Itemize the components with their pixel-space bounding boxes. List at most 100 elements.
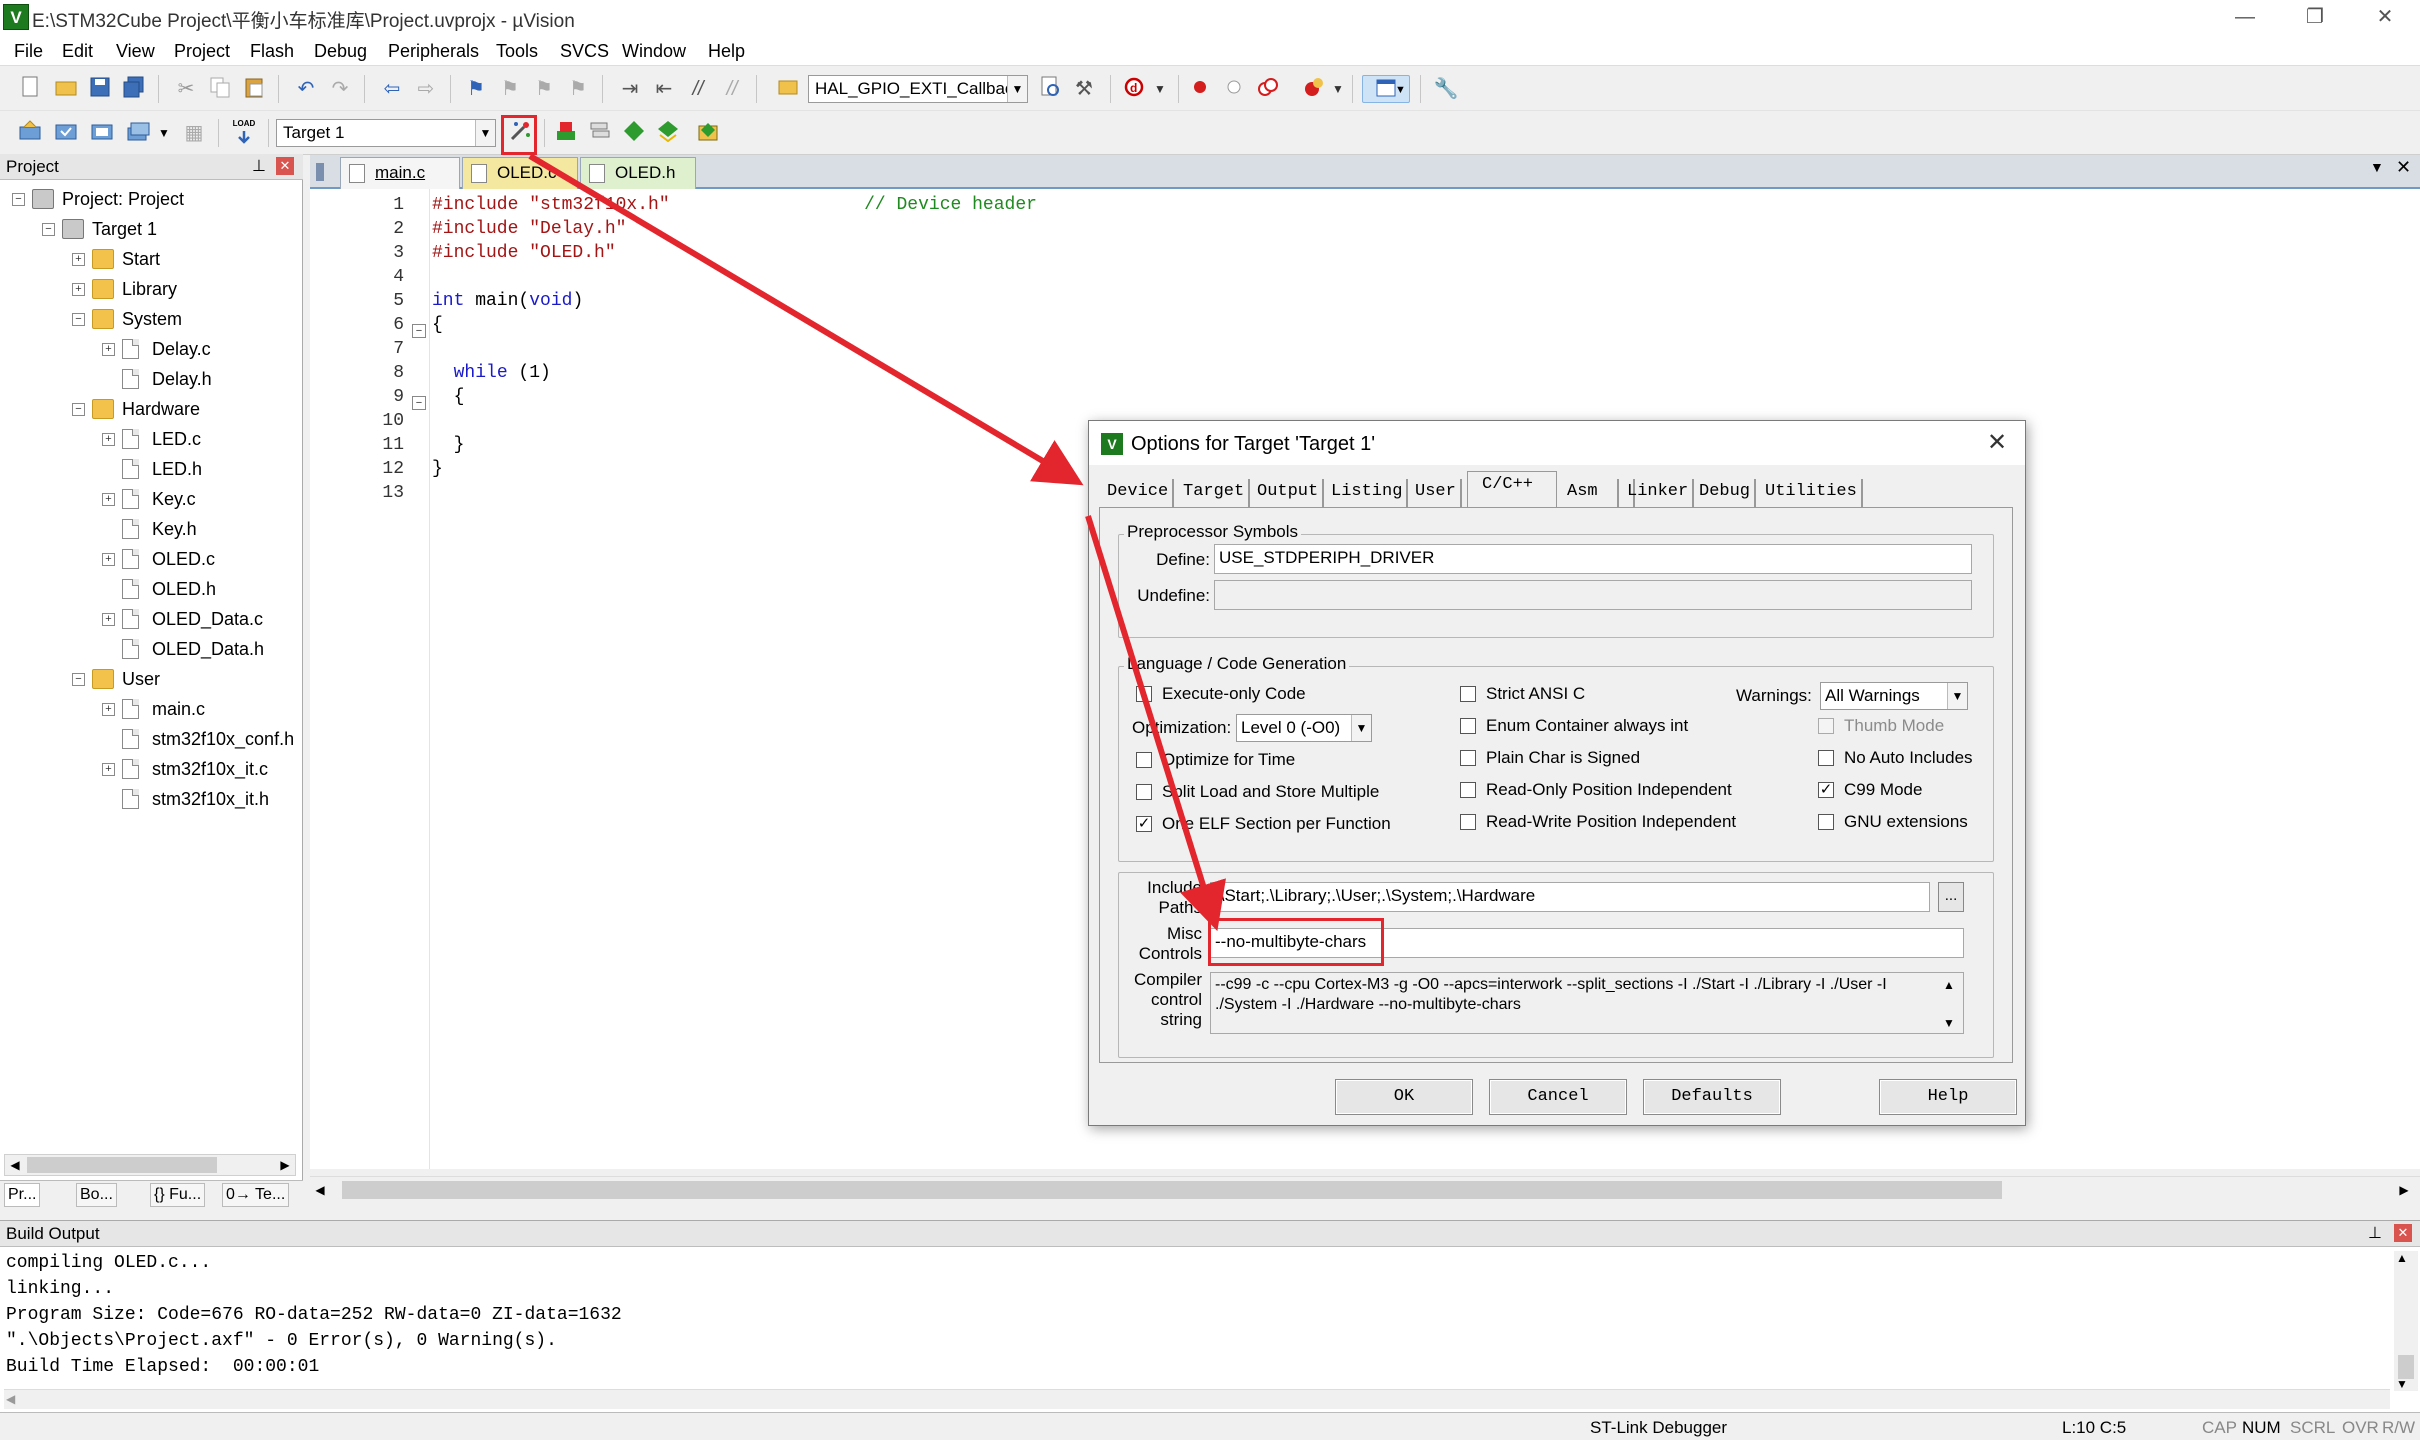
tree-item[interactable]: stm32f10x_conf.h (0, 724, 298, 754)
expand-icon[interactable]: + (102, 343, 115, 356)
clear-bookmarks-icon[interactable]: ⚑ (564, 75, 592, 103)
fold-toggle-icon[interactable]: − (412, 324, 426, 338)
tab-oled-c[interactable]: OLED.c (462, 157, 578, 189)
tab-utilities[interactable]: Utilities (1761, 479, 1863, 507)
redo-icon[interactable]: ↷ (326, 75, 354, 103)
scroll-down-icon[interactable]: ▼ (2396, 1377, 2408, 1391)
batch-dropdown-icon[interactable]: ▼ (150, 119, 178, 147)
optimization-select[interactable]: Level 0 (-O0) ▼ (1236, 714, 1372, 742)
tree-item[interactable]: Key.h (0, 514, 298, 544)
next-bookmark-icon[interactable]: ⚑ (530, 75, 558, 103)
navigate-forward-icon[interactable]: ⇨ (412, 75, 440, 103)
build-output-horizontal-scrollbar[interactable]: ◀ (4, 1389, 2390, 1409)
help-button[interactable]: Help (1879, 1079, 2017, 1115)
tab-target[interactable]: Target (1179, 479, 1251, 507)
open-folder-icon[interactable] (52, 75, 80, 103)
collapse-icon[interactable]: − (42, 223, 55, 236)
menu-view[interactable]: View (116, 41, 155, 62)
thumb-mode-checkbox[interactable] (1818, 718, 1834, 734)
build-icon[interactable] (52, 119, 80, 147)
rebuild-icon[interactable] (88, 119, 116, 147)
expand-icon[interactable]: + (102, 493, 115, 506)
one-elf-section-checkbox[interactable]: ✓ (1136, 816, 1152, 832)
tab-output[interactable]: Output (1253, 479, 1325, 507)
incremental-find-icon[interactable]: ⚒ (1070, 75, 1098, 103)
collapse-icon[interactable]: − (12, 193, 25, 206)
pin-icon[interactable]: ⊥ (252, 156, 266, 176)
breakpoint-dropdown-icon[interactable]: ▼ (1324, 75, 1352, 103)
warnings-select[interactable]: All Warnings ▼ (1820, 682, 1968, 710)
insert-breakpoint-icon[interactable] (1186, 75, 1214, 103)
menu-window[interactable]: Window (622, 41, 686, 62)
tree-item[interactable]: OLED.h (0, 574, 298, 604)
tab-project[interactable]: Pr... (4, 1183, 41, 1207)
previous-bookmark-icon[interactable]: ⚑ (496, 75, 524, 103)
project-horizontal-scrollbar[interactable]: ◀ ▶ (4, 1154, 296, 1176)
comment-selection-icon[interactable]: // (684, 75, 712, 103)
tab-functions[interactable]: {} Fu... (150, 1183, 206, 1207)
tab-main-c[interactable]: main.c (340, 157, 460, 189)
menu-debug[interactable]: Debug (314, 41, 367, 62)
tab-templates[interactable]: 0→ Te... (222, 1183, 290, 1207)
gnu-extensions-checkbox[interactable] (1818, 814, 1834, 830)
plain-char-signed-checkbox[interactable] (1460, 750, 1476, 766)
read-write-pi-checkbox[interactable] (1460, 814, 1476, 830)
tree-item[interactable]: − Project: Project (0, 184, 298, 214)
restore-button[interactable]: ❐ (2290, 2, 2340, 32)
close-panel-icon[interactable]: ✕ (2394, 1224, 2412, 1242)
close-button[interactable]: ✕ (2360, 2, 2410, 32)
menu-edit[interactable]: Edit (62, 41, 93, 62)
tree-item[interactable]: + Library (0, 274, 298, 304)
menu-help[interactable]: Help (708, 41, 745, 62)
pin-icon[interactable]: ⊥ (2368, 1223, 2382, 1243)
scroll-thumb[interactable] (342, 1181, 2002, 1199)
copy-icon[interactable] (206, 75, 234, 103)
pack-installer-2-icon[interactable] (694, 119, 722, 147)
tree-item[interactable]: − System (0, 304, 298, 334)
optimize-for-time-checkbox[interactable] (1136, 752, 1152, 768)
expand-icon[interactable]: + (102, 613, 115, 626)
undo-icon[interactable]: ↶ (292, 75, 320, 103)
save-icon[interactable] (86, 75, 114, 103)
tree-item[interactable]: + OLED_Data.c (0, 604, 298, 634)
indent-icon[interactable]: ⇥ (616, 75, 644, 103)
scroll-left-icon[interactable]: ◀ (6, 1392, 15, 1406)
batch-build-icon[interactable] (124, 119, 152, 147)
read-only-pi-checkbox[interactable] (1460, 782, 1476, 798)
tab-listing[interactable]: Listing (1327, 479, 1409, 507)
defaults-button[interactable]: Defaults (1643, 1079, 1781, 1115)
disable-all-breakpoints-icon[interactable] (1254, 75, 1282, 103)
expand-icon[interactable]: + (72, 283, 85, 296)
paste-icon[interactable] (240, 75, 268, 103)
tree-item[interactable]: − Hardware (0, 394, 298, 424)
compiler-control-string[interactable]: --c99 -c --cpu Cortex-M3 -g -O0 --apcs=i… (1210, 972, 1964, 1034)
tree-item[interactable]: + OLED.c (0, 544, 298, 574)
tree-item[interactable]: − User (0, 664, 298, 694)
menu-svcs[interactable]: SVCS (560, 41, 609, 62)
tree-item[interactable]: − Target 1 (0, 214, 298, 244)
expand-icon[interactable]: + (72, 253, 85, 266)
enum-container-checkbox[interactable] (1460, 718, 1476, 734)
stop-build-icon[interactable]: ▦ (180, 119, 208, 147)
tree-item[interactable]: + Key.c (0, 484, 298, 514)
editor-horizontal-scrollbar[interactable]: ◀ ▶ (310, 1176, 2420, 1202)
tree-item[interactable]: + Start (0, 244, 298, 274)
menu-flash[interactable]: Flash (250, 41, 294, 62)
collapse-icon[interactable]: − (72, 313, 85, 326)
cancel-button[interactable]: Cancel (1489, 1079, 1627, 1115)
tree-item[interactable]: + main.c (0, 694, 298, 724)
strict-ansi-c-checkbox[interactable] (1460, 686, 1476, 702)
collapse-icon[interactable]: − (72, 673, 85, 686)
tree-item[interactable]: LED.h (0, 454, 298, 484)
chevron-down-icon[interactable]: ▼ (1007, 76, 1027, 102)
tab-device[interactable]: Device (1103, 479, 1175, 507)
tab-linker[interactable]: Linker (1623, 479, 1695, 507)
tab-user[interactable]: User (1411, 479, 1462, 507)
find-icon[interactable] (1036, 75, 1064, 103)
tree-item[interactable]: + Delay.c (0, 334, 298, 364)
chevron-down-icon[interactable]: ▼ (475, 120, 495, 146)
find-combo[interactable]: HAL_GPIO_EXTI_Callback ▼ (808, 75, 1028, 103)
tab-list-dropdown-icon[interactable]: ▼ (2370, 159, 2384, 175)
minimize-button[interactable]: — (2220, 2, 2270, 32)
find-in-files-icon[interactable] (774, 75, 802, 103)
